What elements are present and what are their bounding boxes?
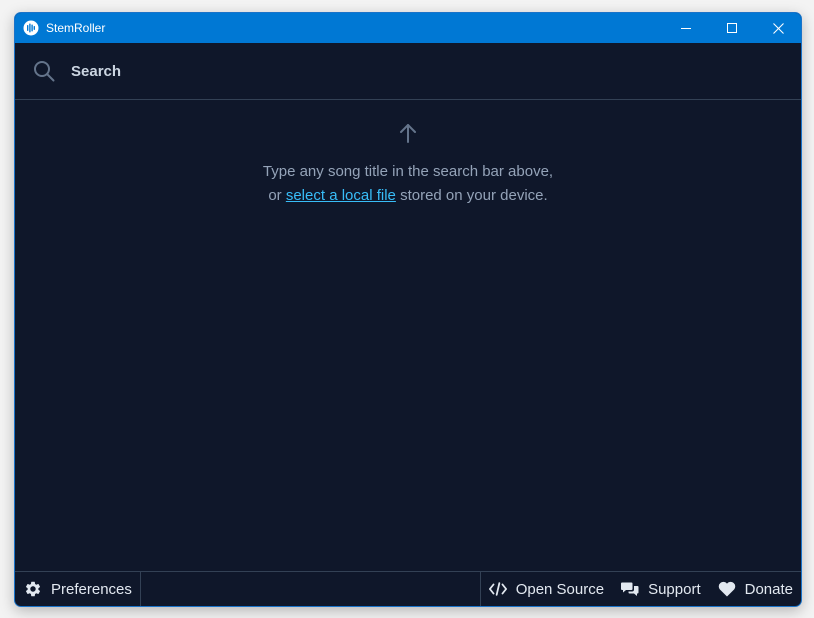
hint-line-2-prefix: or <box>268 187 286 204</box>
chat-bubbles-icon <box>621 580 639 598</box>
window-title: StemRoller <box>46 21 106 35</box>
maximize-icon <box>727 23 737 33</box>
close-icon <box>772 22 784 34</box>
search-icon <box>32 59 56 83</box>
search-input[interactable] <box>71 51 801 91</box>
footer-bar: Preferences Open Source Support Donate <box>15 571 801 606</box>
search-hint: Type any song title in the search bar ab… <box>15 122 801 208</box>
minimize-button[interactable] <box>663 13 709 43</box>
footer-links: Open Source Support Donate <box>479 572 801 606</box>
maximize-button[interactable] <box>709 13 755 43</box>
hint-line-2-suffix: stored on your device. <box>395 187 548 204</box>
preferences-label: Preferences <box>51 580 132 598</box>
main-content: Type any song title in the search bar ab… <box>15 100 801 571</box>
search-bar <box>15 43 801 100</box>
close-button[interactable] <box>755 13 801 43</box>
heart-icon <box>718 580 736 598</box>
title-bar[interactable]: StemRoller <box>15 13 801 43</box>
donate-label: Donate <box>744 580 793 598</box>
open-source-button[interactable]: Open Source <box>488 572 605 606</box>
hint-line-2: or select a local file stored on your de… <box>15 184 801 208</box>
support-label: Support <box>648 580 701 598</box>
app-window: StemRoller Search Type any song title in… <box>14 12 802 607</box>
support-button[interactable]: Support <box>621 572 701 606</box>
minimize-icon <box>681 28 691 29</box>
gear-icon <box>24 580 42 598</box>
code-icon <box>488 580 507 598</box>
hint-line-1: Type any song title in the search bar ab… <box>262 163 554 180</box>
stemroller-logo-icon <box>23 20 39 36</box>
donate-button[interactable]: Donate <box>718 572 793 606</box>
open-source-label: Open Source <box>515 580 605 598</box>
preferences-button[interactable]: Preferences <box>15 572 141 606</box>
arrow-up-icon <box>15 122 801 144</box>
footer-spacer <box>141 572 480 606</box>
select-local-file-link[interactable]: select a local file <box>286 187 396 204</box>
